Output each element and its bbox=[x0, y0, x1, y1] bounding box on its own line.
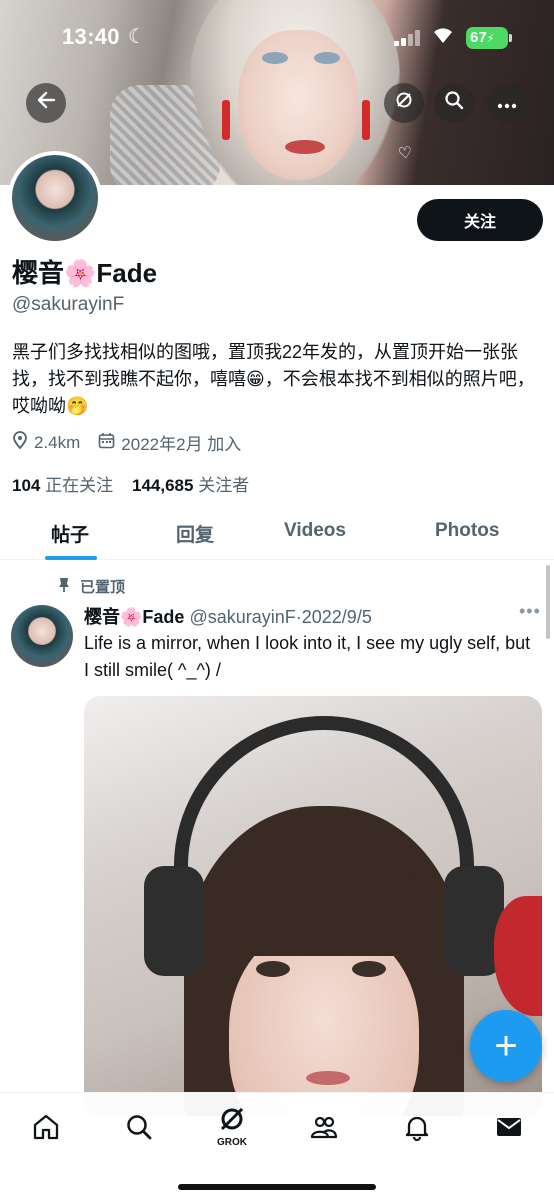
more-icon bbox=[497, 92, 517, 115]
following-label: 正在关注 bbox=[45, 476, 114, 495]
nav-home[interactable] bbox=[26, 1109, 66, 1149]
pinned-text: 已置顶 bbox=[80, 579, 126, 596]
nav-messages[interactable] bbox=[489, 1109, 529, 1149]
following-count: 104 bbox=[12, 476, 41, 495]
followers-label: 关注者 bbox=[198, 476, 250, 495]
post-author-name[interactable]: 樱音🌸Fade bbox=[84, 607, 184, 627]
profile-counts: 104 正在关注 144,685 关注者 bbox=[12, 471, 249, 496]
profile-avatar[interactable] bbox=[8, 151, 102, 245]
profile-meta: 2.4km 2022年2月 加入 bbox=[12, 430, 241, 455]
calendar-icon bbox=[98, 432, 115, 454]
battery-level: 67 bbox=[470, 29, 487, 46]
follow-button[interactable]: 关注 bbox=[417, 199, 543, 241]
back-arrow-icon bbox=[36, 90, 56, 116]
mail-icon bbox=[495, 1113, 523, 1146]
tab-videos[interactable]: Videos bbox=[284, 520, 346, 542]
search-button[interactable] bbox=[434, 83, 474, 123]
image-bangs bbox=[224, 856, 424, 956]
active-tab-indicator bbox=[45, 556, 97, 560]
image-red-object bbox=[494, 896, 542, 1016]
home-indicator bbox=[178, 1184, 376, 1190]
post-date[interactable]: 2022/9/5 bbox=[302, 607, 372, 627]
banner-lips bbox=[285, 140, 325, 154]
grok-icon bbox=[218, 1105, 246, 1138]
profile-location: 2.4km bbox=[34, 432, 81, 452]
banner-heart-decoration: ♡ bbox=[397, 144, 414, 164]
profile-joined: 2022年2月 加入 bbox=[121, 435, 242, 454]
search-icon bbox=[125, 1113, 153, 1146]
tab-replies[interactable]: 回复 bbox=[176, 520, 214, 547]
tab-posts[interactable]: 帖子 bbox=[51, 520, 89, 547]
image-headphone-left bbox=[144, 866, 204, 976]
scrollbar[interactable] bbox=[546, 565, 550, 639]
post-header: 樱音🌸Fade @sakurayinF·2022/9/5 bbox=[84, 607, 372, 627]
grok-icon bbox=[394, 90, 414, 116]
followers-link[interactable]: 144,685 关注者 bbox=[132, 476, 249, 495]
back-button[interactable] bbox=[26, 83, 66, 123]
people-icon bbox=[310, 1113, 338, 1146]
status-time: 13:40 bbox=[62, 24, 120, 49]
signal-icon bbox=[394, 30, 422, 46]
post-text: Life is a mirror, when I look into it, I… bbox=[84, 633, 531, 680]
grok-button[interactable] bbox=[384, 83, 424, 123]
image-eye-right bbox=[352, 961, 386, 977]
profile-display-name: 樱音🌸Fade bbox=[12, 258, 158, 288]
home-icon bbox=[32, 1113, 60, 1146]
nav-notifications[interactable] bbox=[397, 1109, 437, 1149]
banner-earring-left bbox=[222, 100, 230, 140]
compose-plus-icon: + bbox=[494, 1023, 518, 1068]
banner-earring-right bbox=[362, 100, 370, 140]
compose-button[interactable]: + bbox=[470, 1010, 542, 1082]
followers-count: 144,685 bbox=[132, 476, 194, 495]
post-author-handle: @sakurayinF bbox=[189, 607, 296, 627]
moon-icon: ☾ bbox=[128, 26, 146, 48]
status-bar: 13:40 ☾ 67⚡ bbox=[0, 0, 554, 70]
more-button[interactable] bbox=[487, 83, 527, 123]
bell-icon bbox=[403, 1113, 431, 1146]
profile-tabs: 帖子 回复 Videos Photos bbox=[0, 506, 554, 560]
image-eye-left bbox=[256, 961, 290, 977]
profile-bio: 黑子们多找找相似的图哦，置顶我22年发的，从置顶开始一张张找，找不到我瞧不起你，… bbox=[12, 342, 535, 416]
pin-icon bbox=[58, 577, 70, 596]
battery-indicator: 67⚡ bbox=[466, 27, 512, 49]
image-lips bbox=[306, 1071, 350, 1085]
post-more-button[interactable]: ••• bbox=[519, 601, 541, 622]
location-icon bbox=[12, 431, 28, 454]
tab-photos[interactable]: Photos bbox=[435, 520, 499, 542]
profile-handle: @sakurayinF bbox=[12, 294, 125, 315]
search-icon bbox=[444, 90, 464, 116]
post-author-avatar[interactable] bbox=[11, 605, 73, 667]
following-link[interactable]: 104 正在关注 bbox=[12, 476, 113, 495]
pinned-label: 已置顶 bbox=[58, 576, 125, 597]
nav-search[interactable] bbox=[119, 1109, 159, 1149]
nav-grok[interactable] bbox=[212, 1101, 252, 1141]
wifi-icon bbox=[432, 26, 454, 50]
nav-grok-label: GROK bbox=[217, 1137, 247, 1148]
nav-communities[interactable] bbox=[304, 1109, 344, 1149]
